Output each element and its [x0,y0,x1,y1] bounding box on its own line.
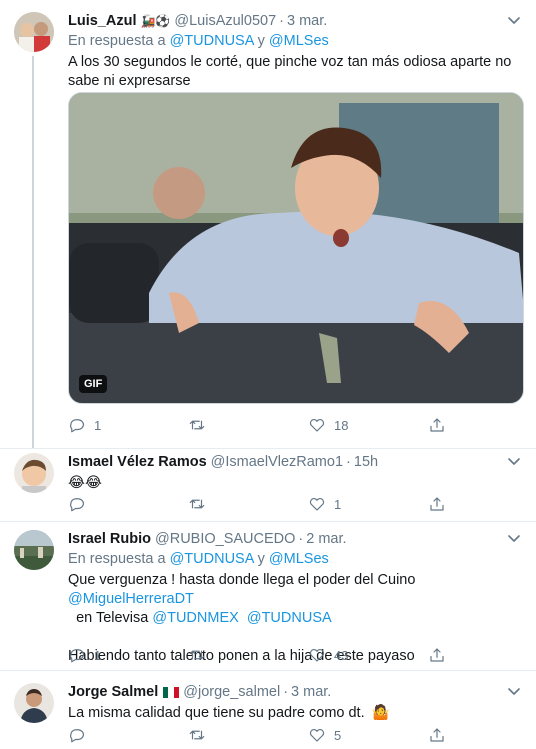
share-button[interactable] [428,415,454,435]
mexico-flag-emoji [163,687,180,698]
heart-icon [309,729,325,742]
mention-link[interactable]: @MLSes [269,33,329,49]
reply-button[interactable]: 1 [68,645,188,665]
chevron-down-icon[interactable] [504,10,524,30]
author-handle[interactable]: @jorge_salmel [183,683,280,702]
retweet-button[interactable] [188,494,308,514]
author-name[interactable]: Israel Rubio [68,530,151,549]
share-button[interactable] [428,725,454,745]
author-handle[interactable]: @RUBIO_SAUCEDO [155,530,295,549]
chevron-down-icon[interactable] [504,451,524,471]
timestamp[interactable]: 3 mar. [287,12,327,31]
tweet-text: 😂😂 [68,475,102,491]
like-button[interactable]: 5 [308,725,428,745]
reply-icon [70,498,84,512]
retweet-icon [189,420,205,430]
tweet-1[interactable]: Luis_Azul 🚂⚽ @LuisAzul0507 · 3 mar. En r… [0,0,536,448]
mention-link[interactable]: @MiguelHerreraDT [68,591,194,607]
share-icon [430,728,444,742]
gif-media[interactable]: GIF [68,92,524,404]
thread-line [32,56,34,448]
author-name[interactable]: Luis_Azul [68,12,136,31]
gif-badge: GIF [79,375,108,393]
tweet-text: A los 30 segundos le corté, que pinche v… [68,54,512,89]
reply-button[interactable] [68,494,188,514]
avatar[interactable] [14,683,54,723]
author-handle[interactable]: @IsmaelVlezRamo1 [211,453,343,472]
share-icon [430,648,444,662]
timestamp[interactable]: 2 mar. [306,530,346,549]
retweet-icon [189,650,205,660]
tweet-text: La misma calidad que tiene su padre como… [68,705,390,721]
retweet-icon [189,730,205,740]
heart-icon [309,419,325,432]
author-name[interactable]: Ismael Vélez Ramos [68,453,207,472]
avatar[interactable] [14,530,54,570]
shrug-emoji: 🤷 [371,705,390,721]
author-handle[interactable]: @LuisAzul0507 [174,12,276,31]
retweet-button[interactable] [188,645,308,665]
tweet-3[interactable]: Israel Rubio @RUBIO_SAUCEDO · 2 mar. En … [0,522,536,670]
share-icon [430,418,444,432]
share-button[interactable] [428,494,454,514]
tweet-2[interactable]: Ismael Vélez Ramos @IsmaelVlezRamo1 · 15… [0,449,536,521]
chevron-down-icon[interactable] [504,528,524,548]
heart-icon [309,649,325,662]
tweet-text: Que verguenza ! hasta donde llega el pod… [68,572,416,626]
author-name[interactable]: Jorge Salmel [68,683,158,702]
mention-link[interactable]: @TUDNUSA [247,610,332,626]
avatar[interactable] [14,12,54,52]
tweet-4[interactable]: Jorge Salmel @jorge_salmel · 3 mar. La m… [0,671,536,749]
reply-button[interactable]: 1 [68,415,188,435]
reply-button[interactable] [68,725,188,745]
like-button[interactable]: 18 [308,415,428,435]
retweet-button[interactable] [188,415,308,435]
like-count: 18 [334,417,349,433]
mention-link[interactable]: @TUDNUSA [170,551,254,567]
like-count: 5 [334,727,342,743]
like-count: 43 [334,647,349,663]
like-count: 1 [334,496,342,512]
reply-count: 1 [94,647,102,663]
like-button[interactable]: 43 [308,645,428,665]
train-soccer-emoji: 🚂⚽ [140,14,171,28]
mention-link[interactable]: @TUDNMEX [152,610,238,626]
reply-count: 1 [94,417,102,433]
mention-link[interactable]: @TUDNUSA [170,33,254,49]
share-button[interactable] [428,645,454,665]
share-icon [430,497,444,511]
reply-context: En respuesta a @TUDNUSA y @MLSes [68,551,329,567]
reply-context: En respuesta a @TUDNUSA y @MLSes [68,33,329,49]
chevron-down-icon[interactable] [504,681,524,701]
reply-icon [70,419,84,433]
reply-icon [70,649,84,663]
avatar[interactable] [14,453,54,493]
timestamp[interactable]: 15h [354,453,378,472]
timestamp[interactable]: 3 mar. [291,683,331,702]
retweet-icon [189,499,205,509]
like-button[interactable]: 1 [308,494,428,514]
reply-icon [70,729,84,743]
retweet-button[interactable] [188,725,308,745]
heart-icon [309,498,325,511]
mention-link[interactable]: @MLSes [269,551,329,567]
